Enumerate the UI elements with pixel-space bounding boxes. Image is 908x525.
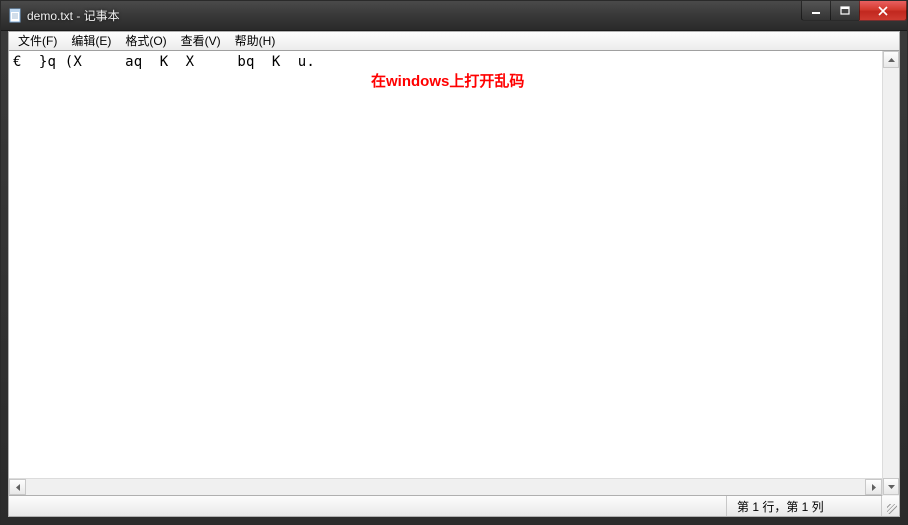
menu-file[interactable]: 文件(F): [11, 32, 64, 50]
menubar: 文件(F) 编辑(E) 格式(O) 查看(V) 帮助(H): [8, 31, 900, 51]
notepad-icon: [7, 8, 23, 24]
maximize-button[interactable]: [830, 1, 860, 21]
status-position: 第 1 行，第 1 列: [726, 496, 881, 516]
horizontal-scroll-row: [9, 478, 899, 495]
vertical-scrollbar[interactable]: [882, 51, 899, 495]
annotation-text: 在windows上打开乱码: [371, 73, 524, 91]
editor-container: € }q (X aq K X bq K u. 在windows上打开乱码: [8, 51, 900, 495]
text-editor[interactable]: € }q (X aq K X bq K u. 在windows上打开乱码: [9, 51, 899, 478]
horizontal-scrollbar[interactable]: [9, 479, 882, 495]
scroll-up-button[interactable]: [883, 51, 899, 68]
notepad-window: demo.txt - 记事本 文件(F) 编辑(E) 格式(O) 查看(V) 帮…: [0, 0, 908, 525]
titlebar[interactable]: demo.txt - 记事本: [1, 1, 907, 31]
menu-view[interactable]: 查看(V): [174, 32, 228, 50]
window-controls: [802, 1, 907, 21]
menu-format[interactable]: 格式(O): [118, 32, 173, 50]
close-button[interactable]: [859, 1, 907, 21]
scroll-left-button[interactable]: [9, 479, 26, 495]
horizontal-scroll-track[interactable]: [26, 479, 865, 495]
resize-grip[interactable]: [881, 496, 899, 516]
statusbar: 第 1 行，第 1 列: [8, 495, 900, 517]
editor-content: € }q (X aq K X bq K u.: [13, 53, 895, 71]
menu-edit[interactable]: 编辑(E): [64, 32, 118, 50]
client-area: 文件(F) 编辑(E) 格式(O) 查看(V) 帮助(H) € }q (X aq…: [1, 31, 907, 524]
vertical-scroll-track[interactable]: [883, 68, 899, 478]
scroll-down-button[interactable]: [883, 478, 899, 495]
menu-help[interactable]: 帮助(H): [228, 32, 283, 50]
scroll-right-button[interactable]: [865, 479, 882, 495]
minimize-button[interactable]: [801, 1, 831, 21]
window-title: demo.txt - 记事本: [27, 7, 120, 24]
